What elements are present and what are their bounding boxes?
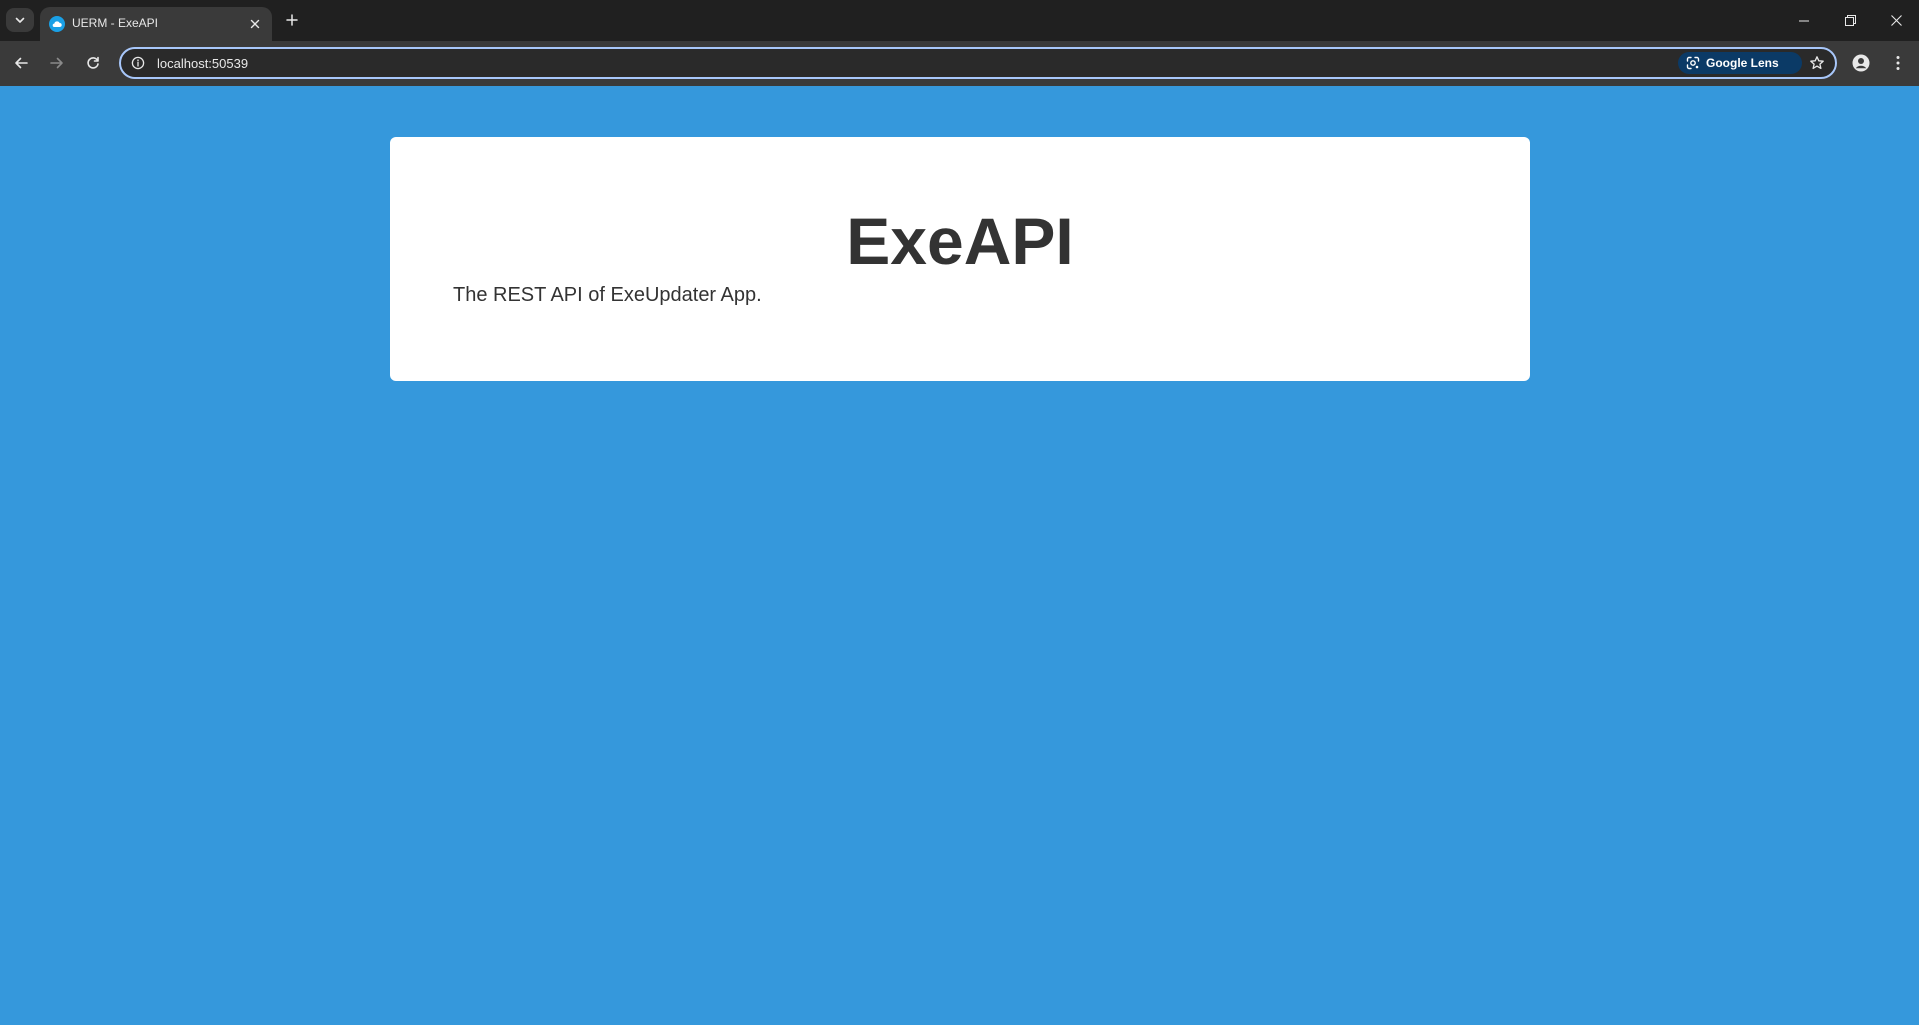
google-lens-label: Google Lens bbox=[1706, 56, 1779, 70]
page-description: The REST API of ExeUpdater App. bbox=[453, 284, 762, 306]
tab-search-button[interactable] bbox=[6, 8, 34, 32]
reload-button[interactable] bbox=[79, 49, 107, 77]
arrow-right-icon bbox=[50, 57, 63, 69]
site-info-button[interactable] bbox=[130, 55, 146, 71]
cloud-icon bbox=[49, 16, 65, 32]
minimize-button[interactable] bbox=[1781, 0, 1827, 41]
tab-close-button[interactable] bbox=[246, 15, 264, 33]
profile-icon bbox=[1852, 54, 1870, 72]
browser-toolbar: Google Lens bbox=[0, 41, 1919, 86]
content-card: ExeAPI The REST API of ExeUpdater App. bbox=[390, 137, 1530, 381]
arrow-left-icon bbox=[15, 57, 28, 69]
lens-icon bbox=[1686, 56, 1700, 70]
google-lens-button[interactable]: Google Lens bbox=[1678, 52, 1802, 74]
tab-strip: UERM - ExeAPI bbox=[0, 0, 1919, 41]
new-tab-button[interactable] bbox=[280, 8, 304, 32]
back-button[interactable] bbox=[7, 49, 35, 77]
restore-button[interactable] bbox=[1827, 0, 1873, 41]
forward-button[interactable] bbox=[43, 49, 71, 77]
minimize-icon bbox=[1799, 20, 1809, 21]
info-icon bbox=[131, 56, 145, 70]
browser-tab[interactable]: UERM - ExeAPI bbox=[40, 7, 272, 41]
menu-button[interactable] bbox=[1884, 49, 1912, 77]
address-bar[interactable]: Google Lens bbox=[119, 47, 1837, 79]
reload-icon bbox=[87, 56, 99, 69]
chevron-down-icon bbox=[15, 17, 25, 23]
profile-button[interactable] bbox=[1847, 49, 1875, 77]
more-vertical-icon bbox=[1896, 56, 1900, 70]
page-title: ExeAPI bbox=[846, 204, 1074, 278]
star-icon bbox=[1810, 56, 1824, 70]
plus-icon bbox=[286, 14, 298, 26]
close-icon bbox=[1890, 15, 1902, 26]
bookmark-button[interactable] bbox=[1807, 53, 1827, 73]
tab-title: UERM - ExeAPI bbox=[72, 16, 159, 30]
restore-icon bbox=[1844, 15, 1856, 26]
close-icon bbox=[250, 19, 260, 29]
url-input[interactable] bbox=[157, 54, 957, 72]
close-window-button[interactable] bbox=[1873, 0, 1919, 41]
